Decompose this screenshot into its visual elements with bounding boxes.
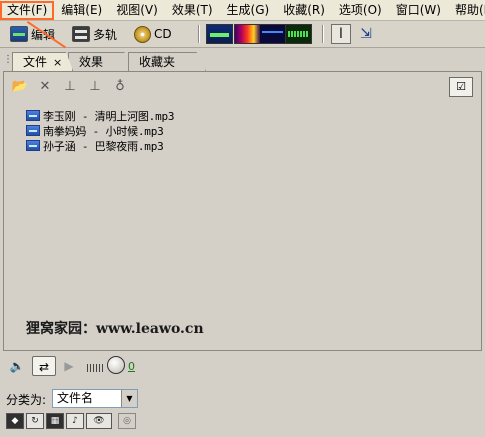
autoplay-icon[interactable]: ♁ [110,78,130,96]
list-item[interactable]: 孙子涵 - 巴黎夜雨.mp3 [26,138,164,153]
file-name: 孙子涵 - 巴黎夜雨.mp3 [43,139,164,153]
watermark-text: 狸窝家园：www.leawo.cn [26,321,204,337]
speaker-icon[interactable]: 🔈 [6,356,28,376]
multitrack-icon [72,26,90,42]
menu-edit[interactable]: 编辑(E) [54,1,109,20]
filter-eye-icon[interactable]: 👁 [86,413,112,429]
grip-icon: ⋮ [3,54,13,65]
menu-view[interactable]: 视图(V) [109,1,165,20]
audio-file-icon [26,110,40,121]
files-toolbar: 📂 ✕ ⊥ ⊥ ♁ ☑ [4,72,481,102]
menu-window[interactable]: 窗口(W) [389,1,448,20]
waveform-icon [10,26,28,42]
menu-file[interactable]: 文件(F) [0,0,55,20]
cd-icon [134,25,151,43]
filter-video-icon[interactable]: ▦ [46,413,64,429]
menu-options[interactable]: 选项(O) [332,1,389,20]
tab-files-label: 文件 [23,55,48,69]
file-name: 南拳妈妈 - 小时候.mp3 [43,124,164,138]
cd-view-button[interactable]: CD [134,23,172,45]
file-name: 李玉刚 - 清明上河图.mp3 [43,109,175,123]
tab-favorites[interactable]: 收藏夹 [128,52,206,71]
panel-tabs: ⋮ 文件 × 效果 收藏夹 [0,49,485,71]
tab-files[interactable]: 文件 × [12,52,74,71]
sort-select-value: 文件名 [57,391,94,405]
menu-bar: 文件(F) 编辑(E) 视图(V) 效果(T) 生成(G) 收藏(R) 选项(O… [0,0,485,21]
close-icon[interactable]: × [53,56,62,69]
sort-label: 分类为: [6,393,47,407]
play-icon[interactable]: ▶ [62,356,76,376]
time-selection-tool-icon[interactable]: I [331,24,351,44]
volume-knob[interactable] [107,356,125,374]
phase-display-button[interactable] [285,24,312,44]
waveform-display-button[interactable] [206,24,233,44]
multitrack-view-label: 多轨 [93,27,118,42]
menu-effects[interactable]: 效果(T) [165,1,220,20]
audio-file-icon [26,125,40,136]
tab-effects-label: 效果 [79,55,104,69]
toolbar-separator [198,25,200,43]
tab-favorites-label: 收藏夹 [139,55,176,69]
preview-controls: 🔈 ⇄ ▶ [0,352,485,380]
file-list: 李玉刚 - 清明上河图.mp3 南拳妈妈 - 小时候.mp3 孙子涵 - 巴黎夜… [4,102,481,350]
files-panel: 📂 ✕ ⊥ ⊥ ♁ ☑ 李玉刚 - 清明上河图.mp3 南拳妈妈 - 小时候.m… [3,71,482,351]
filter-midi-icon[interactable]: ♪ [66,413,84,429]
insert-cd-icon[interactable]: ⊥ [85,78,105,96]
close-file-icon[interactable]: ✕ [35,78,55,96]
move-tool-icon[interactable]: ⇲ [357,25,375,43]
chevron-down-icon[interactable]: ▼ [121,390,137,407]
list-item[interactable]: 李玉刚 - 清明上河图.mp3 [26,108,175,123]
insert-multitrack-icon[interactable]: ⊥ [60,78,80,96]
filter-audio-icon[interactable]: ◆ [6,413,24,429]
audio-file-icon [26,140,40,151]
multitrack-view-button[interactable]: 多轨 [72,23,117,45]
volume-value[interactable]: 0 [128,360,135,373]
spectral-pan-button[interactable] [259,24,286,44]
sort-select[interactable]: 文件名 ▼ [52,389,138,408]
menu-favorites[interactable]: 收藏(R) [276,1,332,20]
menu-generate[interactable]: 生成(G) [220,1,277,20]
volume-meter [87,364,105,372]
filter-cd-icon[interactable]: ◎ [118,413,136,429]
cd-view-label: CD [154,27,172,41]
filter-loop-icon[interactable]: ↻ [26,413,44,429]
list-item[interactable]: 南拳妈妈 - 小时候.mp3 [26,123,164,138]
spectral-display-button[interactable] [234,24,261,44]
loop-button[interactable]: ⇄ [32,356,56,376]
tab-effects[interactable]: 效果 [68,52,132,71]
loop-icon: ⇄ [38,360,50,374]
show-filter-button[interactable]: ☑ [449,77,473,97]
menu-help[interactable]: 帮助(H) [448,1,485,20]
toolbar-separator [322,25,324,43]
open-file-icon[interactable]: 📂 [10,78,30,96]
main-toolbar: 编辑 多轨 CD I ⇲ [0,21,485,48]
